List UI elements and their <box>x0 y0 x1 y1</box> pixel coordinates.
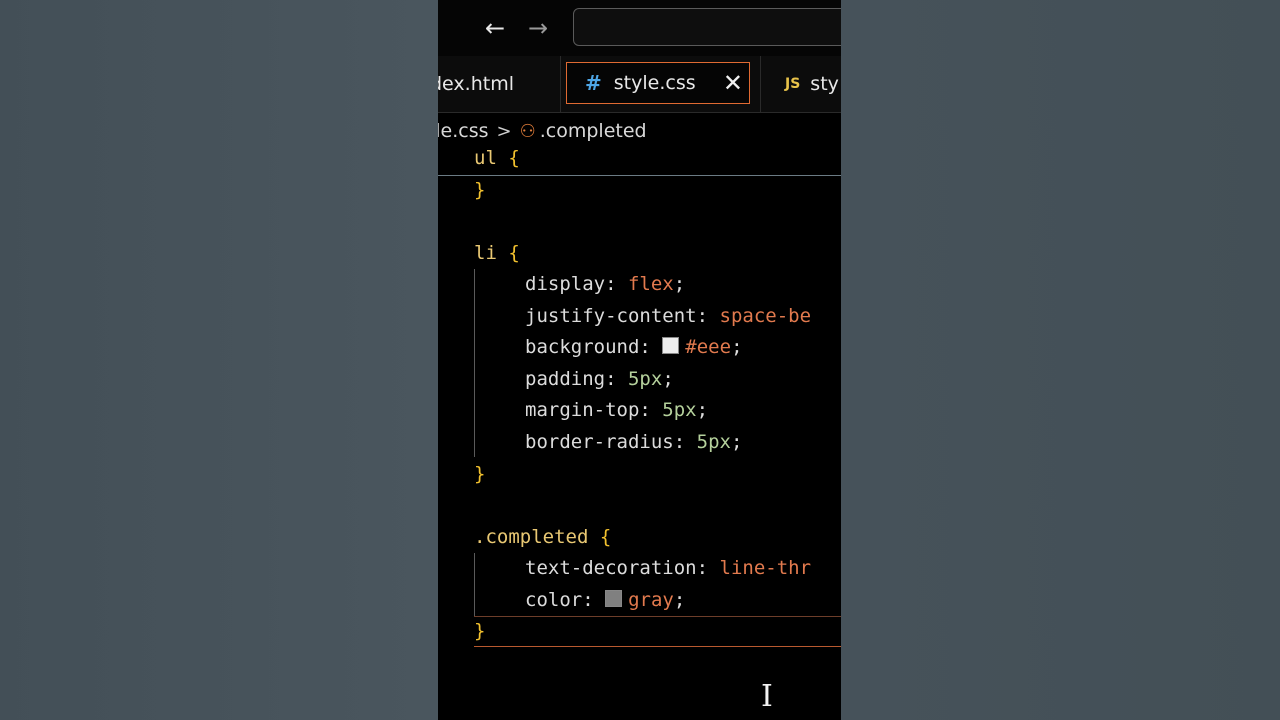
tab-label: dex.html <box>438 73 514 95</box>
breadcrumb-symbol[interactable]: .completed <box>540 120 647 142</box>
color-swatch[interactable] <box>662 337 680 354</box>
code-editor[interactable]: ul { } li { display: flex; justify-conte… <box>438 147 841 720</box>
browser-toolbar: ← → <box>438 0 841 56</box>
breadcrumb-file[interactable]: yle.css <box>438 120 489 142</box>
text-cursor-icon: I <box>761 679 773 714</box>
sticky-scroll-line[interactable]: ul { <box>438 147 841 176</box>
code-line: display: flex; <box>525 273 686 295</box>
arrow-left-icon[interactable]: ← <box>483 14 507 42</box>
code-line: text-decoration: line-thr <box>525 557 812 579</box>
symbol-class-icon: ⚇ <box>519 120 536 142</box>
color-swatch[interactable] <box>605 590 623 607</box>
editor-window: ← → dex.html # style.css ✕ JS sty yle.cs… <box>438 0 841 720</box>
js-file-icon: JS <box>785 76 801 92</box>
code-line: background: #eee; <box>525 336 743 358</box>
code-line: border-radius: 5px; <box>525 431 743 453</box>
code-line: } <box>474 463 486 485</box>
code-line: padding: 5px; <box>525 368 674 390</box>
search-input[interactable] <box>573 8 841 46</box>
code-line: color: gray; <box>525 589 686 611</box>
code-line: justify-content: space-be <box>525 305 812 327</box>
background-right <box>841 0 1280 720</box>
background-left <box>0 0 438 720</box>
arrow-right-icon[interactable]: → <box>526 14 550 42</box>
code-line: li { <box>474 242 520 264</box>
tab-bar: dex.html # style.css ✕ JS sty <box>438 56 841 113</box>
indent-guide <box>474 269 475 457</box>
code-line: } <box>474 179 486 201</box>
code-line: .completed { <box>474 526 612 548</box>
chevron-right-icon: > <box>496 120 512 142</box>
tab-style-css[interactable]: # style.css ✕ <box>566 62 750 104</box>
code-line: } <box>474 620 486 642</box>
current-line-highlight <box>474 616 841 647</box>
tab-label: sty <box>810 73 839 95</box>
close-icon[interactable]: ✕ <box>723 70 743 96</box>
tab-index-html[interactable]: dex.html <box>438 56 561 112</box>
code-line: margin-top: 5px; <box>525 399 709 421</box>
indent-guide <box>474 553 475 616</box>
tab-label: style.css <box>613 72 696 94</box>
tab-script-js[interactable]: JS sty <box>760 56 841 112</box>
css-file-icon: # <box>585 71 602 95</box>
